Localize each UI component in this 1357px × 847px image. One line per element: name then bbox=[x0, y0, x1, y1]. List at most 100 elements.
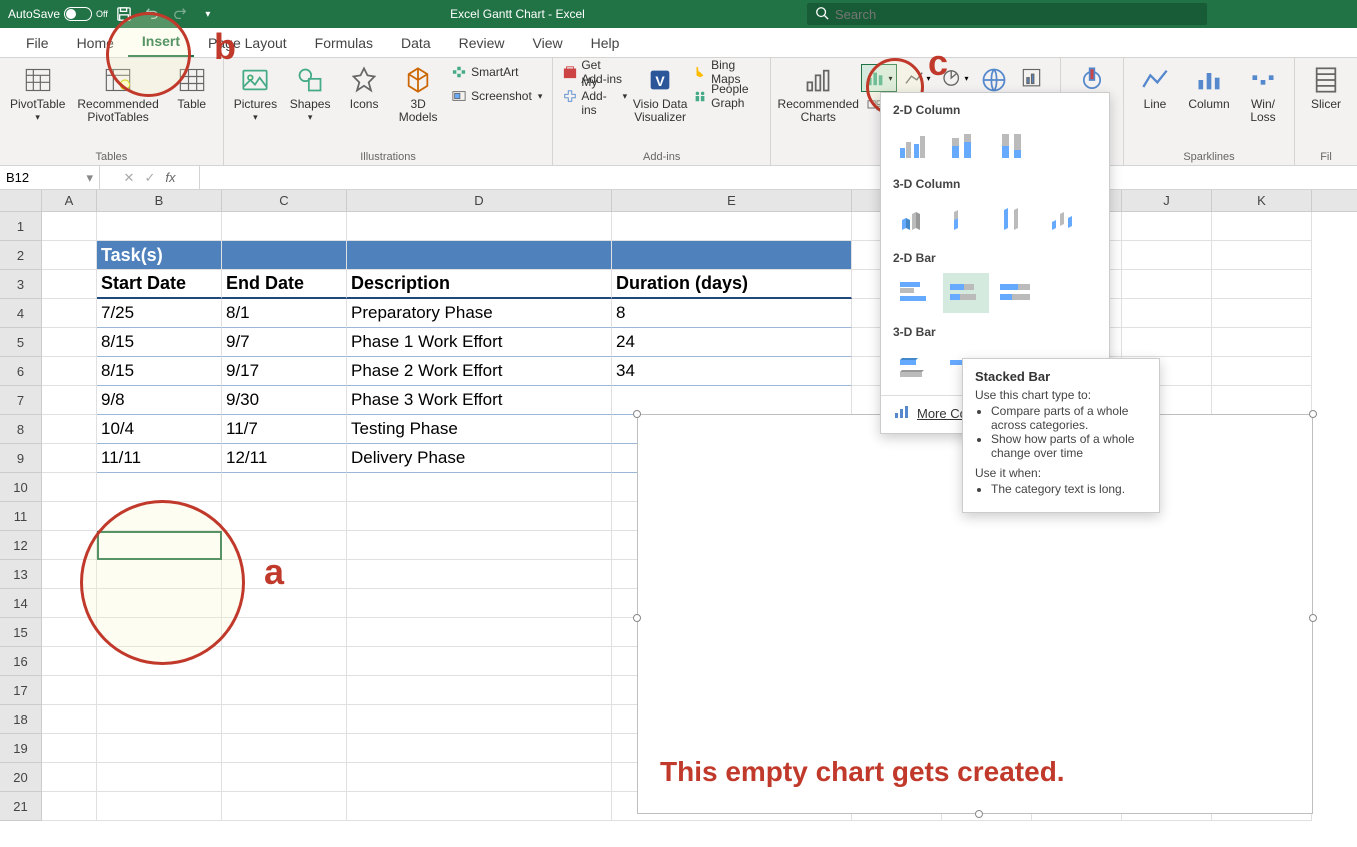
tab-file[interactable]: File bbox=[12, 31, 63, 57]
stacked-bar-option[interactable] bbox=[943, 273, 989, 313]
cell[interactable] bbox=[347, 618, 612, 647]
cell[interactable] bbox=[222, 763, 347, 792]
cell[interactable] bbox=[42, 502, 97, 531]
cell[interactable] bbox=[97, 473, 222, 502]
cell[interactable]: 10/4 bbox=[97, 415, 222, 444]
cell[interactable] bbox=[1122, 270, 1212, 299]
cell[interactable] bbox=[347, 763, 612, 792]
row-header-17[interactable]: 17 bbox=[0, 676, 42, 705]
cell[interactable] bbox=[222, 473, 347, 502]
cell[interactable] bbox=[612, 386, 852, 415]
cell[interactable] bbox=[42, 560, 97, 589]
cell[interactable]: Phase 2 Work Effort bbox=[347, 357, 612, 386]
cell[interactable] bbox=[97, 618, 222, 647]
100-stacked-column-option[interactable] bbox=[993, 125, 1039, 165]
row-header-1[interactable]: 1 bbox=[0, 212, 42, 241]
col-header-J[interactable]: J bbox=[1122, 190, 1212, 211]
cell[interactable] bbox=[42, 531, 97, 560]
pivottable-button[interactable]: PivotTable▾ bbox=[4, 60, 71, 127]
cell[interactable] bbox=[1212, 357, 1312, 386]
clustered-column-option[interactable] bbox=[893, 125, 939, 165]
cell[interactable] bbox=[222, 676, 347, 705]
rec-pivottables-button[interactable]: Recommended PivotTables bbox=[71, 60, 164, 128]
cell[interactable] bbox=[97, 589, 222, 618]
row-header-3[interactable]: 3 bbox=[0, 270, 42, 299]
row-header-5[interactable]: 5 bbox=[0, 328, 42, 357]
cell[interactable]: 9/7 bbox=[222, 328, 347, 357]
cell[interactable] bbox=[97, 763, 222, 792]
cell[interactable]: 12/11 bbox=[222, 444, 347, 473]
row-header-11[interactable]: 11 bbox=[0, 502, 42, 531]
cell[interactable] bbox=[347, 676, 612, 705]
cell[interactable] bbox=[347, 241, 612, 270]
cell[interactable] bbox=[1212, 212, 1312, 241]
row-header-13[interactable]: 13 bbox=[0, 560, 42, 589]
col-header-E[interactable]: E bbox=[612, 190, 852, 211]
cell[interactable] bbox=[42, 386, 97, 415]
col-header-K[interactable]: K bbox=[1212, 190, 1312, 211]
cell[interactable] bbox=[347, 589, 612, 618]
row-header-15[interactable]: 15 bbox=[0, 618, 42, 647]
cell[interactable] bbox=[42, 792, 97, 821]
cell[interactable]: End Date bbox=[222, 270, 347, 299]
cell[interactable] bbox=[347, 502, 612, 531]
tab-review[interactable]: Review bbox=[445, 31, 519, 57]
cell[interactable]: Phase 1 Work Effort bbox=[347, 328, 612, 357]
tab-view[interactable]: View bbox=[519, 31, 577, 57]
tab-help[interactable]: Help bbox=[577, 31, 634, 57]
clustered-bar-option[interactable] bbox=[893, 273, 939, 313]
fx-icon[interactable]: fx bbox=[165, 170, 175, 185]
select-all-button[interactable] bbox=[0, 190, 42, 211]
cell[interactable] bbox=[42, 299, 97, 328]
visio-button[interactable]: VVisio Data Visualizer bbox=[633, 60, 687, 128]
row-header-10[interactable]: 10 bbox=[0, 473, 42, 502]
sparkline-line-button[interactable]: Line bbox=[1128, 60, 1182, 115]
shapes-button[interactable]: Shapes▾ bbox=[283, 60, 337, 127]
line-chart-button[interactable]: ▾ bbox=[899, 64, 935, 92]
cell[interactable]: 8/15 bbox=[97, 357, 222, 386]
row-header-7[interactable]: 7 bbox=[0, 386, 42, 415]
cell[interactable] bbox=[42, 270, 97, 299]
cell[interactable] bbox=[222, 560, 347, 589]
column-chart-button[interactable]: ▾ bbox=[861, 64, 897, 92]
cell[interactable] bbox=[222, 647, 347, 676]
row-header-6[interactable]: 6 bbox=[0, 357, 42, 386]
cell[interactable] bbox=[97, 647, 222, 676]
col-header-D[interactable]: D bbox=[347, 190, 612, 211]
cell[interactable] bbox=[222, 734, 347, 763]
cell[interactable]: 9/8 bbox=[97, 386, 222, 415]
rec-charts-button[interactable]: Recommended Charts bbox=[775, 60, 861, 128]
cell[interactable] bbox=[42, 328, 97, 357]
cell[interactable] bbox=[42, 415, 97, 444]
qat-dropdown-icon[interactable]: ▾ bbox=[196, 2, 220, 26]
row-header-21[interactable]: 21 bbox=[0, 792, 42, 821]
cell[interactable] bbox=[42, 763, 97, 792]
cell[interactable] bbox=[347, 212, 612, 241]
cell[interactable] bbox=[97, 676, 222, 705]
cell[interactable] bbox=[42, 444, 97, 473]
cell[interactable] bbox=[97, 705, 222, 734]
cell[interactable] bbox=[97, 560, 222, 589]
3d-models-button[interactable]: 3D Models bbox=[391, 60, 445, 128]
cell[interactable] bbox=[1122, 328, 1212, 357]
cell[interactable] bbox=[1212, 270, 1312, 299]
tab-data[interactable]: Data bbox=[387, 31, 445, 57]
3d-clustered-column-option[interactable] bbox=[893, 199, 939, 239]
cell[interactable] bbox=[42, 618, 97, 647]
pictures-button[interactable]: Pictures▾ bbox=[228, 60, 283, 127]
cell[interactable] bbox=[612, 212, 852, 241]
cell[interactable]: Testing Phase bbox=[347, 415, 612, 444]
cell[interactable] bbox=[42, 705, 97, 734]
row-header-2[interactable]: 2 bbox=[0, 241, 42, 270]
3d-100-stacked-column-option[interactable] bbox=[993, 199, 1039, 239]
row-header-14[interactable]: 14 bbox=[0, 589, 42, 618]
stacked-column-option[interactable] bbox=[943, 125, 989, 165]
cell[interactable] bbox=[42, 589, 97, 618]
row-header-8[interactable]: 8 bbox=[0, 415, 42, 444]
cell[interactable] bbox=[347, 792, 612, 821]
slicer-button[interactable]: Slicer bbox=[1299, 60, 1353, 115]
cell[interactable] bbox=[42, 473, 97, 502]
icons-button[interactable]: Icons bbox=[337, 60, 391, 115]
tab-formulas[interactable]: Formulas bbox=[301, 31, 387, 57]
cell[interactable]: Description bbox=[347, 270, 612, 299]
